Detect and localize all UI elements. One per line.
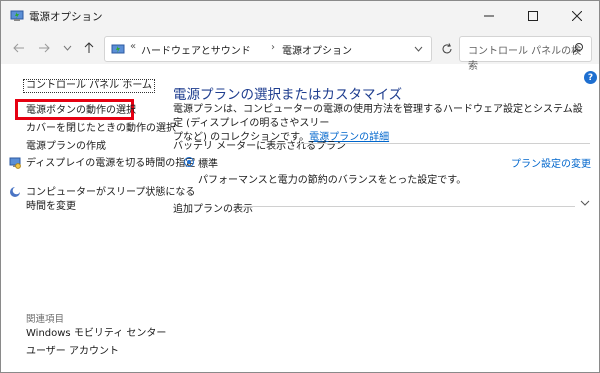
address-dropdown-icon[interactable]: [414, 46, 423, 52]
related-link-user-accounts[interactable]: ユーザー アカウント: [26, 345, 119, 359]
sidebar-item-create-plan[interactable]: 電源プランの作成: [26, 140, 106, 154]
power-options-icon: [10, 10, 24, 21]
breadcrumb-power-options[interactable]: 電源オプション: [282, 42, 352, 57]
sleep-icon: [10, 186, 21, 197]
show-additional-plans[interactable]: 追加プランの表示: [173, 200, 253, 215]
additional-plans-divider: [239, 206, 575, 207]
sidebar-item-power-button[interactable]: 電源ボタンの動作の選択: [26, 104, 136, 118]
display-icon: [9, 157, 21, 169]
intro-line-1: 電源プランは、コンピューターの電源の使用方法を管理するハードウェア設定とシステム…: [173, 104, 583, 129]
forward-arrow-icon: [39, 43, 50, 53]
group-divider: [298, 143, 590, 144]
refresh-button[interactable]: [435, 36, 459, 62]
back-arrow-icon: [13, 43, 24, 53]
plan-name[interactable]: 標準: [198, 155, 218, 170]
chevron-down-icon: [63, 45, 71, 51]
breadcrumb-separator[interactable]: ›: [271, 42, 275, 53]
plan-radio-balanced[interactable]: [184, 157, 194, 167]
navigation-bar: « ハードウェアとサウンド › 電源オプション コントロール パネルの検索: [1, 31, 599, 72]
up-arrow-icon: [84, 42, 94, 53]
close-button[interactable]: [555, 1, 599, 31]
related-link-mobility-center[interactable]: Windows モビリティ センター: [26, 327, 166, 341]
help-icon[interactable]: ?: [584, 71, 597, 84]
minimize-button[interactable]: [467, 1, 511, 31]
power-options-window: 電源オプション « ハードウェアとサウンド › 電源オプション コントロール パ…: [0, 0, 600, 373]
sidebar-item-lid-close[interactable]: カバーを閉じたときの動作の選択: [26, 122, 176, 136]
breadcrumb-hardware-sound[interactable]: ハードウェアとサウンド: [141, 42, 251, 57]
plans-group-label: バッテリ メーターに表示されるプラン: [173, 141, 347, 152]
minimize-icon: [484, 15, 494, 17]
sidebar-item-sleep-line2[interactable]: 時間を変更: [26, 200, 76, 214]
window-title: 電源オプション: [29, 11, 103, 23]
refresh-icon: [442, 43, 452, 54]
search-icon[interactable]: [572, 42, 584, 54]
page-title: 電源プランの選択またはカスタマイズ: [173, 87, 403, 103]
overflow-crumb[interactable]: «: [130, 41, 136, 52]
up-button[interactable]: [79, 38, 99, 58]
control-panel-home-link[interactable]: コントロール パネル ホーム: [23, 79, 156, 93]
recent-locations-button[interactable]: [57, 38, 77, 58]
address-bar[interactable]: « ハードウェアとサウンド › 電源オプション: [104, 36, 432, 62]
change-plan-settings-link[interactable]: プラン設定の変更: [511, 155, 591, 170]
sidebar-item-display-off[interactable]: ディスプレイの電源を切る時間の指定: [26, 157, 195, 171]
related-heading: 関連項目: [26, 314, 65, 325]
title-bar: 電源オプション: [1, 1, 599, 31]
search-box[interactable]: コントロール パネルの検索: [459, 36, 592, 72]
close-icon: [572, 11, 582, 21]
back-button[interactable]: [9, 38, 29, 58]
forward-button[interactable]: [34, 38, 54, 58]
maximize-icon: [528, 11, 538, 21]
sidebar-item-sleep-line1[interactable]: コンピューターがスリープ状態になる: [26, 186, 195, 200]
plan-description: パフォーマンスと電力の節約のバランスをとった設定です。: [198, 175, 467, 186]
control-panel-icon: [111, 44, 125, 54]
chevron-down-icon[interactable]: [580, 200, 590, 207]
maximize-button[interactable]: [511, 1, 555, 31]
